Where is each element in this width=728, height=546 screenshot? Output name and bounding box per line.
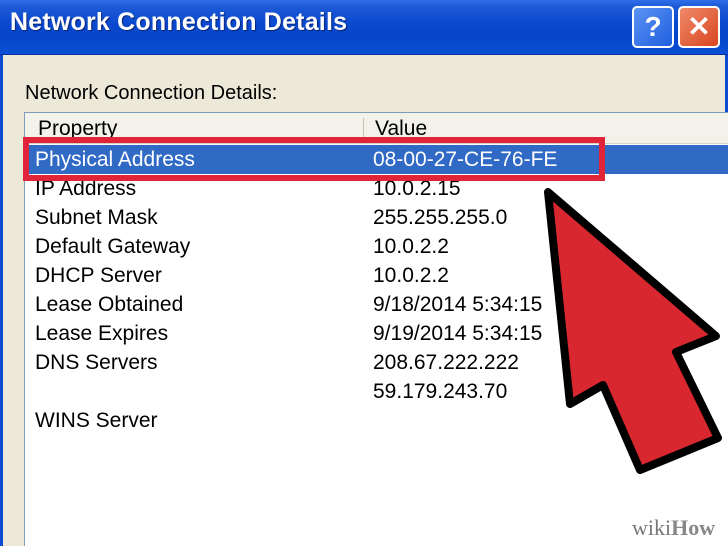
watermark-how: How <box>671 515 716 540</box>
pointer-arrow-icon <box>544 188 722 474</box>
wikihow-watermark: wikiHow <box>632 515 715 541</box>
watermark-wiki: wiki <box>632 515 672 540</box>
